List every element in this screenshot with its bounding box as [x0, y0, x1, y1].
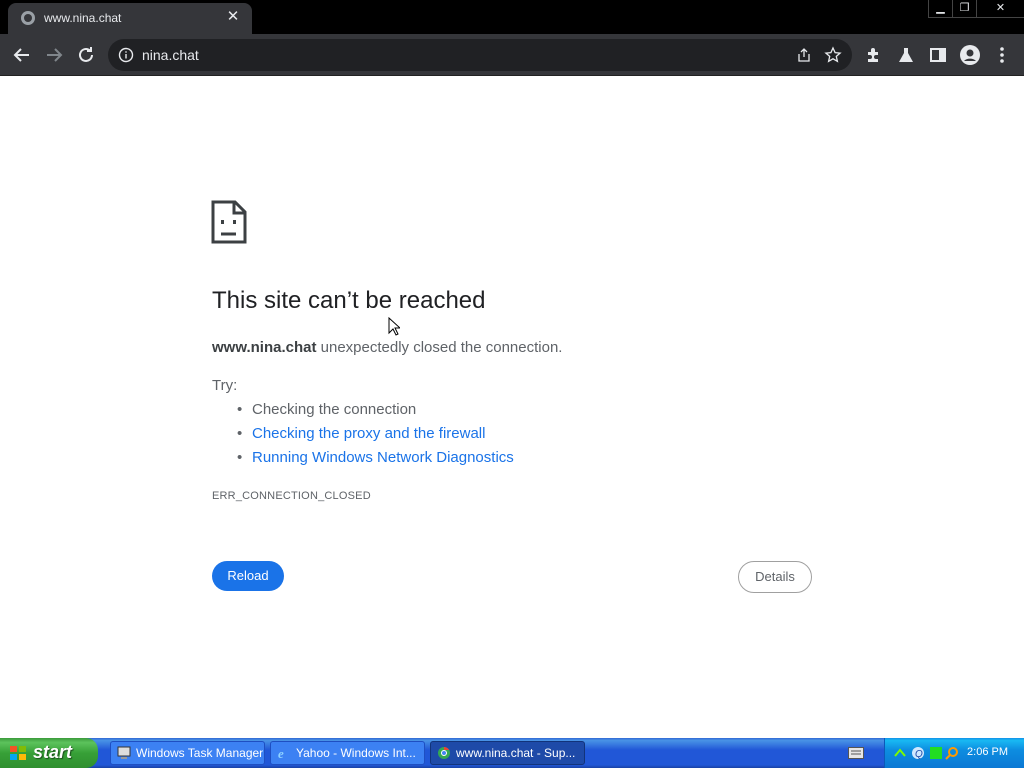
- profile-avatar-icon[interactable]: [958, 43, 982, 67]
- address-bar[interactable]: nina.chat: [108, 39, 852, 71]
- back-arrow-icon[interactable]: [10, 43, 34, 67]
- mouse-cursor-icon: [388, 317, 400, 336]
- reload-icon[interactable]: [74, 43, 98, 67]
- search-icon[interactable]: [945, 746, 959, 760]
- suggestion-network-diagnostics-link[interactable]: Running Windows Network Diagnostics: [237, 449, 514, 473]
- start-button[interactable]: start: [0, 738, 98, 768]
- start-label: start: [33, 742, 73, 762]
- windows-taskbar: start Windows Task Manager e Yahoo - Win…: [0, 738, 1024, 768]
- minimize-button[interactable]: ▁: [928, 0, 952, 18]
- error-description: www.nina.chat unexpectedly closed the co…: [212, 339, 562, 356]
- side-panel-icon[interactable]: [926, 43, 950, 67]
- error-page: This site can’t be reached www.nina.chat…: [0, 77, 1024, 738]
- internet-explorer-icon: e: [278, 746, 284, 760]
- error-host: www.nina.chat: [212, 339, 317, 356]
- try-label: Try:: [212, 377, 238, 394]
- browser-tab[interactable]: www.nina.chat ✕: [8, 3, 252, 34]
- window-close-button[interactable]: ✕: [976, 0, 1024, 18]
- site-info-icon[interactable]: [118, 47, 134, 63]
- forward-arrow-icon[interactable]: [42, 43, 66, 67]
- keyboard-language-icon[interactable]: [848, 747, 864, 759]
- taskbar-item-internet-explorer[interactable]: e Yahoo - Windows Int...: [270, 741, 425, 765]
- reload-button[interactable]: Reload: [212, 561, 284, 591]
- browser-toolbar: nina.chat: [0, 34, 1024, 76]
- url-text[interactable]: nina.chat: [142, 47, 199, 63]
- error-description-text: unexpectedly closed the connection.: [316, 339, 563, 356]
- taskbar-item-label: Yahoo - Windows Int...: [296, 746, 416, 760]
- suggestions-list: Checking the connection Checking the pro…: [237, 401, 514, 473]
- suggestion-check-proxy-link[interactable]: Checking the proxy and the firewall: [237, 425, 514, 449]
- clock[interactable]: 2:06 PM: [967, 746, 1008, 758]
- suggestion-check-connection: Checking the connection: [237, 401, 514, 425]
- window-controls: ▁ ❐ ✕: [928, 0, 1024, 18]
- tab-close-button[interactable]: ✕: [224, 8, 242, 26]
- bookmark-star-icon[interactable]: [824, 46, 842, 64]
- taskbar-item-label: www.nina.chat - Sup...: [456, 746, 576, 760]
- labs-flask-icon[interactable]: [894, 43, 918, 67]
- extensions-icon[interactable]: [862, 43, 886, 67]
- taskbar-item-chrome[interactable]: www.nina.chat - Sup...: [430, 741, 585, 765]
- taskbar-item-label: Windows Task Manager: [136, 746, 264, 760]
- windows-flag-icon: [10, 746, 26, 760]
- tab-title: www.nina.chat: [44, 11, 122, 25]
- svg-text:e: e: [278, 746, 284, 760]
- globe-icon: [21, 11, 35, 25]
- error-title: This site can’t be reached: [212, 287, 486, 314]
- taskbar-item-task-manager[interactable]: Windows Task Manager: [110, 741, 265, 765]
- status-green-icon[interactable]: [929, 746, 943, 760]
- network-icon[interactable]: [893, 746, 907, 760]
- quicktime-icon[interactable]: Q: [911, 746, 925, 760]
- sad-document-icon: [211, 200, 247, 244]
- system-tray: Q 2:06 PM: [884, 738, 1024, 768]
- chrome-icon: [438, 747, 450, 759]
- restore-button[interactable]: ❐: [952, 0, 976, 18]
- details-button[interactable]: Details: [738, 561, 812, 593]
- error-code: ERR_CONNECTION_CLOSED: [212, 490, 371, 502]
- kebab-menu-icon[interactable]: [990, 43, 1014, 67]
- share-icon[interactable]: [796, 47, 812, 63]
- tab-strip: www.nina.chat ✕ ▁ ❐ ✕: [0, 0, 1024, 34]
- svg-text:Q: Q: [915, 749, 923, 760]
- task-manager-icon: [117, 746, 131, 759]
